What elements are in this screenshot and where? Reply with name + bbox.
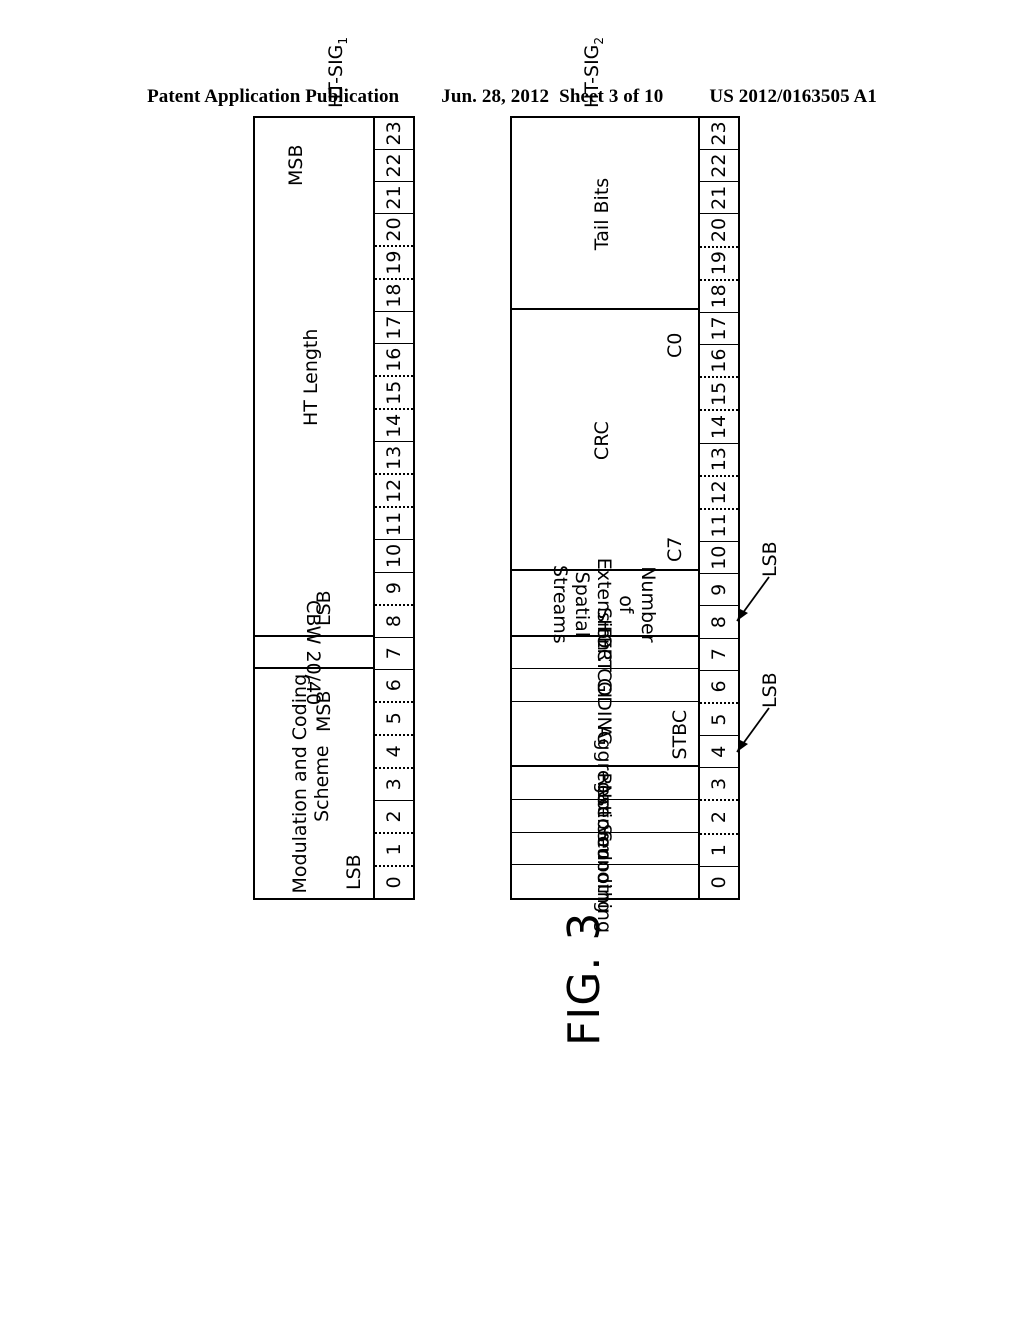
callout-lsb-ness: LSB — [759, 541, 781, 577]
row-label-ht-sig-1-text: HT-SIG — [325, 44, 347, 108]
field-label: Tail Bits — [591, 177, 614, 251]
row-label-ht-sig-2: HT-SIG2 — [581, 37, 606, 108]
bit-cell: 23 — [700, 117, 738, 151]
bit-cell: 20 — [375, 214, 413, 248]
bit-cell: 21 — [375, 181, 413, 215]
row-label-ht-sig-2-sub: 2 — [591, 36, 606, 45]
bit-cell: 21 — [700, 182, 738, 215]
callout-leader-lines — [736, 576, 770, 753]
bit-cell: 20 — [700, 214, 738, 248]
arrowhead-ness-lsb — [737, 609, 748, 621]
figure-3: FIG. 3 HT-SIG1 Modulation and Coding Sch… — [0, 0, 1024, 1320]
bit-cell: 22 — [375, 149, 413, 182]
row-label-ht-sig-1: HT-SIG1 — [325, 37, 350, 108]
row-label-ht-sig-2-text: HT-SIG — [581, 44, 603, 108]
bit-cell: 22 — [700, 150, 738, 183]
bit-cell: 23 — [375, 117, 413, 150]
marker-msb-bit23: MSB — [285, 144, 307, 187]
callout-lsb-stbc: LSB — [759, 672, 781, 708]
row-label-ht-sig-1-sub: 1 — [335, 36, 350, 45]
arrowhead-stbc-lsb — [737, 740, 748, 752]
